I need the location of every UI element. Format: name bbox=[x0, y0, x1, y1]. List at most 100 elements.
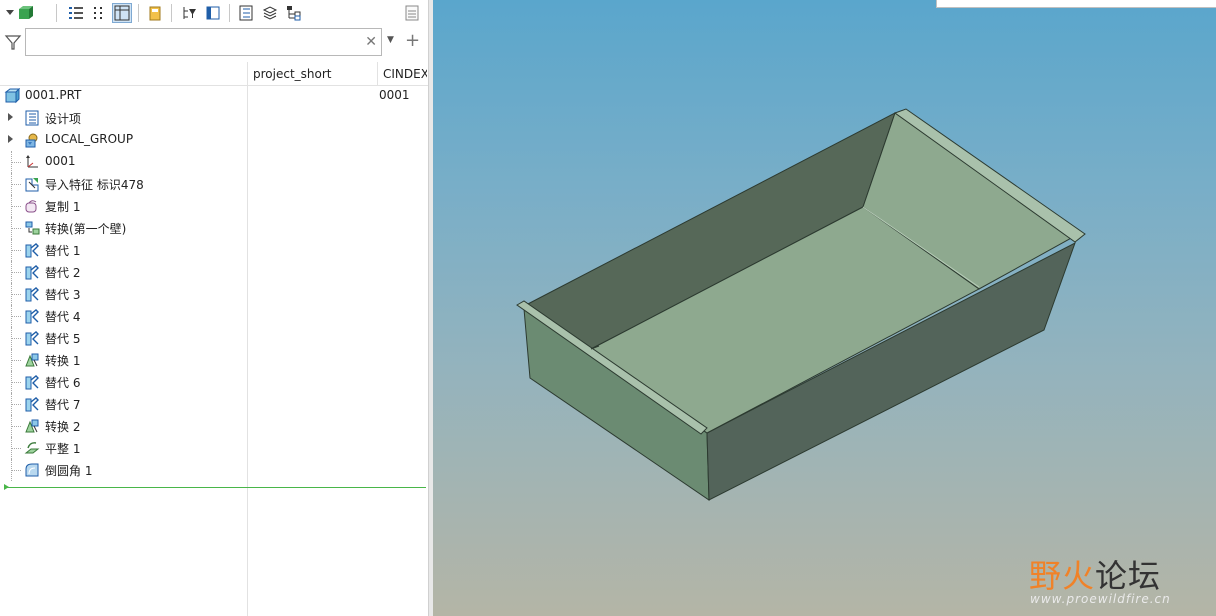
tree-item-label: 设计项 bbox=[45, 112, 82, 126]
tree-item[interactable]: 替代 1 bbox=[0, 239, 428, 261]
tree-item-label: LOCAL_GROUP bbox=[45, 132, 134, 146]
convert-wall-icon bbox=[25, 221, 40, 235]
tree-dots-icon bbox=[94, 7, 102, 19]
tree-item[interactable]: 替代 2 bbox=[0, 261, 428, 283]
tree-item-label: 导入特征 标识478 bbox=[45, 178, 144, 192]
tree-item-label: 替代 5 bbox=[45, 332, 81, 346]
flatten-icon bbox=[24, 442, 40, 454]
layers-icon bbox=[262, 6, 278, 20]
tree-item-label: 替代 2 bbox=[45, 266, 81, 280]
tree-item[interactable]: 替代 4 bbox=[0, 305, 428, 327]
design-items-icon bbox=[25, 110, 39, 126]
settings-button[interactable] bbox=[145, 3, 165, 23]
tree-item[interactable]: 0001 bbox=[0, 151, 428, 173]
hierarchy-icon bbox=[287, 6, 301, 21]
tree-item-label: 转换 1 bbox=[45, 354, 81, 368]
tree-item-root[interactable]: 0001.PRT 0001 bbox=[0, 85, 428, 107]
replace-icon bbox=[25, 265, 39, 280]
view-toolbar-fragment[interactable] bbox=[936, 0, 1216, 8]
filter-tree-button[interactable] bbox=[179, 3, 199, 23]
tree-item-label: 替代 4 bbox=[45, 310, 81, 324]
tree-item[interactable]: 转换 2 bbox=[0, 415, 428, 437]
tree-item[interactable]: 设计项 bbox=[0, 107, 428, 129]
expand-arrow-icon[interactable] bbox=[8, 113, 13, 121]
expand-arrow-icon[interactable] bbox=[8, 135, 13, 143]
import-feature-icon bbox=[25, 178, 39, 192]
hierarchy-button[interactable] bbox=[284, 3, 304, 23]
tree-item-label: 0001 bbox=[45, 154, 76, 168]
tree-item[interactable]: 替代 3 bbox=[0, 283, 428, 305]
tree-item-label: 转换(第一个壁) bbox=[45, 222, 127, 236]
watermark-logo: 野火论坛 bbox=[1029, 551, 1161, 597]
tree-item-label: 替代 3 bbox=[45, 288, 81, 302]
filter-row: ✕ ▼ + bbox=[0, 28, 428, 56]
add-icon[interactable]: + bbox=[405, 30, 420, 51]
coordinate-system-icon bbox=[26, 155, 38, 168]
column-headers: project_short CINDEX bbox=[0, 62, 428, 86]
tree-item-label: 转换 2 bbox=[45, 420, 81, 434]
tree-columns-button[interactable] bbox=[112, 3, 132, 23]
graphics-viewport[interactable]: 野火论坛 www.proewildfire.cn bbox=[433, 0, 1216, 616]
tree-item[interactable]: 替代 6 bbox=[0, 371, 428, 393]
model-tree-panel: ✕ ▼ + project_short CINDEX 0001.PRT 0001 设… bbox=[0, 0, 428, 616]
replace-icon bbox=[25, 331, 39, 346]
group-icon bbox=[25, 133, 38, 148]
sheetmetal-tray-model bbox=[516, 108, 1086, 501]
replace-icon bbox=[25, 397, 39, 412]
replace-icon bbox=[25, 243, 39, 258]
tree-item-label: 替代 6 bbox=[45, 376, 81, 390]
watermark-url: www.proewildfire.cn bbox=[1030, 592, 1171, 606]
search-box[interactable]: ✕ bbox=[25, 28, 382, 56]
tree-columns-icon bbox=[114, 5, 130, 21]
tree-item[interactable]: LOCAL_GROUP bbox=[0, 129, 428, 151]
tree-columns-config-button[interactable] bbox=[203, 3, 223, 23]
column-divider[interactable] bbox=[377, 62, 378, 86]
tree-item-label: 0001.PRT bbox=[25, 88, 82, 102]
tree-filter-icon bbox=[183, 7, 196, 19]
layer-tree-button[interactable] bbox=[260, 3, 280, 23]
tree-list-button[interactable] bbox=[66, 3, 86, 23]
tree-item[interactable]: 倒圆角 1 bbox=[0, 459, 428, 481]
tree-item-label: 倒圆角 1 bbox=[45, 464, 93, 478]
tree-item[interactable]: 转换 1 bbox=[0, 349, 428, 371]
model-view-dropdown-button[interactable] bbox=[4, 3, 36, 23]
filter-icon[interactable] bbox=[4, 33, 22, 51]
convert-icon bbox=[25, 353, 39, 367]
chevron-down-icon[interactable]: ▼ bbox=[387, 35, 394, 45]
tree-item[interactable]: 平整 1 bbox=[0, 437, 428, 459]
tree-item[interactable]: 导入特征 标识478 bbox=[0, 173, 428, 195]
replace-icon bbox=[25, 375, 39, 390]
column-config-icon bbox=[206, 6, 220, 20]
tree-item[interactable]: 复制 1 bbox=[0, 195, 428, 217]
panel-options-button[interactable] bbox=[402, 3, 422, 23]
round-icon bbox=[25, 463, 39, 477]
tree-item-label: 替代 7 bbox=[45, 398, 81, 412]
replace-icon bbox=[25, 309, 39, 324]
search-input[interactable] bbox=[26, 29, 356, 55]
gear-folder-icon bbox=[149, 6, 161, 21]
convert-icon bbox=[25, 419, 39, 433]
tree-item[interactable]: 转换(第一个壁) bbox=[0, 217, 428, 239]
cindex-cell: 0001 bbox=[379, 88, 410, 102]
panel-options-icon bbox=[405, 5, 419, 21]
clear-icon[interactable]: ✕ bbox=[365, 34, 377, 50]
copy-feature-icon bbox=[25, 200, 37, 213]
tree-item[interactable]: 替代 7 bbox=[0, 393, 428, 415]
cube-dropdown-icon bbox=[6, 6, 33, 19]
tree-item-label: 复制 1 bbox=[45, 200, 81, 214]
watermark-part1: 野火 bbox=[1029, 557, 1096, 595]
tree-item-label: 平整 1 bbox=[45, 442, 81, 456]
column-header-project-short[interactable]: project_short bbox=[253, 67, 373, 81]
part-icon bbox=[4, 87, 21, 104]
replace-icon bbox=[25, 287, 39, 302]
watermark-part2: 论坛 bbox=[1095, 557, 1162, 595]
model-tree-toolbar bbox=[0, 0, 428, 26]
tree-view-icon bbox=[239, 5, 253, 21]
tree-item-label: 替代 1 bbox=[45, 244, 81, 258]
tree-dots-button[interactable] bbox=[88, 3, 108, 23]
insert-here-line[interactable] bbox=[4, 487, 426, 488]
tree-list-icon bbox=[69, 7, 83, 19]
tree-item[interactable]: 替代 5 bbox=[0, 327, 428, 349]
column-header-cindex[interactable]: CINDEX bbox=[383, 67, 427, 81]
show-tree-button[interactable] bbox=[236, 3, 256, 23]
